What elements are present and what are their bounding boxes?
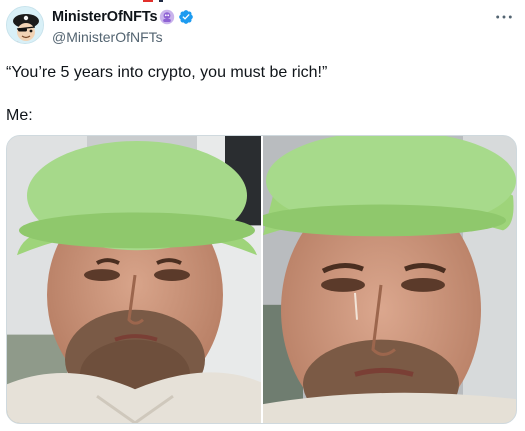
more-options-button[interactable] [491, 6, 517, 28]
author-display-name[interactable]: MinisterOfNFTs [52, 9, 158, 25]
tweet-text-quote: “You’re 5 years into crypto, you must be… [6, 64, 328, 81]
tweet-card: MinisterOfNFTs @MinisterOfNFTs “You’re 5… [0, 0, 525, 431]
crying-man-photo-1 [7, 136, 261, 423]
author-handle[interactable]: @MinisterOfNFTs [52, 29, 163, 45]
more-horizontal-icon [496, 15, 512, 19]
nft-badge-icon [159, 9, 175, 25]
media-photo-2[interactable] [263, 136, 516, 423]
tweet-text-reply: Me: [6, 107, 33, 124]
crying-man-photo-2 [263, 136, 516, 423]
verified-badge-icon[interactable] [178, 9, 194, 25]
cropped-header-fragment [143, 0, 163, 2]
tweet-media-grid [6, 135, 517, 424]
media-photo-1[interactable] [7, 136, 261, 423]
avatar-pirate-image [7, 7, 43, 43]
avatar[interactable] [6, 6, 44, 44]
